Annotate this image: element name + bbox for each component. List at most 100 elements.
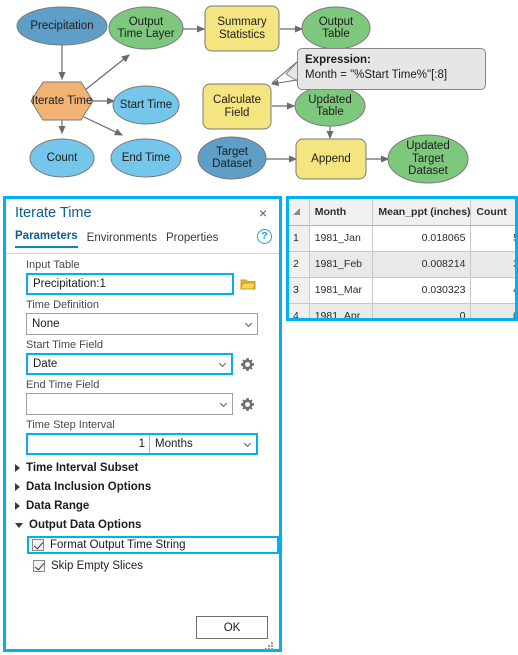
node-target-dataset[interactable] (197, 136, 267, 180)
node-count[interactable] (29, 138, 95, 178)
row-input-table: Precipitation:1 (26, 273, 279, 295)
cell-mean-ppt[interactable]: 0 (372, 303, 472, 318)
cell-mean-ppt[interactable]: 0.018065 (372, 225, 472, 252)
row-end-time-field (26, 393, 279, 415)
cell-count[interactable]: 3 (470, 251, 515, 278)
node-updated-target-dataset[interactable] (387, 134, 469, 184)
row-time-definition: None (26, 313, 279, 335)
node-precipitation[interactable] (16, 6, 108, 46)
label-time-step-interval: Time Step Interval (26, 419, 115, 431)
gear-icon[interactable] (237, 394, 257, 414)
input-table-field[interactable]: Precipitation:1 (26, 273, 234, 295)
node-output-table[interactable] (301, 6, 371, 50)
gear-glyph (240, 397, 254, 411)
table-header-row: Month Mean_ppt (inches) Count (289, 199, 515, 226)
row-index[interactable]: 2 (289, 251, 310, 278)
label-start-time-field: Start Time Field (26, 339, 104, 351)
close-icon[interactable]: × (255, 206, 271, 222)
table-row[interactable]: 2 1981_Feb 0.008214 3 (289, 251, 515, 278)
time-step-unit-value: Months (155, 438, 193, 450)
checkbox-label: Skip Empty Slices (51, 560, 144, 572)
cell-count[interactable]: 0 (470, 303, 515, 318)
row-index[interactable]: 4 (289, 303, 310, 318)
node-append[interactable] (295, 138, 367, 180)
start-time-field-select[interactable]: Date (26, 353, 233, 375)
tab-parameters[interactable]: Parameters (15, 230, 78, 248)
cell-mean-ppt[interactable]: 0.030323 (372, 277, 472, 304)
node-summary-statistics[interactable] (204, 5, 280, 52)
parameters-form: Input Table Precipitation:1 Time Definit… (6, 255, 279, 573)
ok-button[interactable]: OK (196, 616, 268, 639)
section-data-range[interactable]: Data Range (15, 500, 279, 512)
node-calculate-field[interactable] (202, 83, 272, 130)
cell-mean-ppt[interactable]: 0.008214 (372, 251, 472, 278)
tab-divider (6, 253, 279, 254)
table-row[interactable]: 3 1981_Mar 0.030323 4 (289, 277, 515, 304)
section-label: Output Data Options (29, 519, 142, 531)
table-corner-cell[interactable] (289, 199, 310, 226)
page-title: Iterate Time (15, 205, 92, 221)
column-header-month[interactable]: Month (309, 199, 374, 226)
time-definition-value: None (32, 318, 60, 330)
tab-properties[interactable]: Properties (166, 232, 218, 248)
node-start-time[interactable] (112, 85, 180, 125)
checkbox-format-output-time-string[interactable]: Format Output Time String (27, 536, 279, 554)
expression-callout: Expression: Month = "%Start Time%"[:8] (297, 48, 486, 90)
checkbox-icon (32, 539, 44, 551)
table-header: Month Mean_ppt (inches) Count (289, 199, 515, 226)
table-row[interactable]: 4 1981_Apr 0 0 (289, 303, 515, 318)
section-label: Data Inclusion Options (26, 481, 152, 493)
column-header-count[interactable]: Count (470, 199, 515, 226)
time-step-unit-select[interactable]: Months (150, 435, 256, 453)
diagram-canvas (16, 5, 469, 184)
node-end-time[interactable] (110, 138, 182, 178)
chevron-down-icon (15, 522, 23, 528)
gear-glyph (240, 357, 254, 371)
cell-count[interactable]: 5 (470, 225, 515, 252)
cell-month[interactable]: 1981_Apr (309, 303, 374, 318)
help-icon[interactable]: ? (257, 229, 272, 244)
time-definition-select[interactable]: None (26, 313, 258, 335)
cell-month[interactable]: 1981_Feb (309, 251, 374, 278)
section-time-interval-subset[interactable]: Time Interval Subset (15, 462, 279, 474)
chevron-down-icon (244, 319, 253, 328)
table-body: 1 1981_Jan 0.018065 5 2 1981_Feb 0.00821… (289, 225, 515, 318)
section-label: Data Range (26, 500, 90, 512)
checkbox-icon (33, 560, 45, 572)
section-label: Time Interval Subset (26, 462, 139, 474)
checkbox-label: Format Output Time String (50, 539, 186, 551)
row-index[interactable]: 1 (289, 225, 310, 252)
chevron-right-icon (15, 483, 20, 491)
folder-icon[interactable] (238, 274, 258, 294)
node-updated-table[interactable] (294, 85, 366, 127)
gear-icon[interactable] (237, 354, 257, 374)
time-step-interval-input[interactable]: 1 (28, 435, 150, 453)
section-data-inclusion-options[interactable]: Data Inclusion Options (15, 481, 279, 493)
callout-body: Month = "%Start Time%"[:8] (305, 69, 448, 81)
start-time-field-value: Date (33, 358, 58, 370)
tab-environments[interactable]: Environments (87, 232, 157, 248)
table-row[interactable]: 1 1981_Jan 0.018065 5 (289, 225, 515, 252)
section-output-data-options[interactable]: Output Data Options (15, 519, 279, 531)
cell-month[interactable]: 1981_Jan (309, 225, 374, 252)
attribute-table[interactable]: Month Mean_ppt (inches) Count 1 1981_Jan… (286, 196, 518, 321)
chevron-down-icon (218, 359, 227, 368)
chevron-right-icon (15, 464, 20, 472)
label-time-definition: Time Definition (26, 299, 99, 311)
row-start-time-field: Date (26, 353, 279, 375)
callout-title: Expression: (305, 54, 371, 66)
folder-glyph (240, 279, 256, 290)
row-index[interactable]: 3 (289, 277, 310, 304)
chevron-right-icon (15, 502, 20, 510)
resize-grip[interactable] (265, 642, 274, 651)
end-time-field-select[interactable] (26, 393, 233, 415)
node-output-time-layer[interactable] (108, 6, 184, 50)
column-header-mean-ppt[interactable]: Mean_ppt (inches) (372, 199, 472, 226)
node-iterate-time[interactable] (30, 81, 94, 121)
cell-count[interactable]: 4 (470, 277, 515, 304)
checkbox-skip-empty-slices[interactable]: Skip Empty Slices (30, 559, 279, 573)
geoprocessing-tool-pane: Iterate Time × Parameters Environments P… (3, 196, 282, 652)
sort-triangle-icon (293, 207, 300, 215)
label-end-time-field: End Time Field (26, 379, 100, 391)
cell-month[interactable]: 1981_Mar (309, 277, 374, 304)
